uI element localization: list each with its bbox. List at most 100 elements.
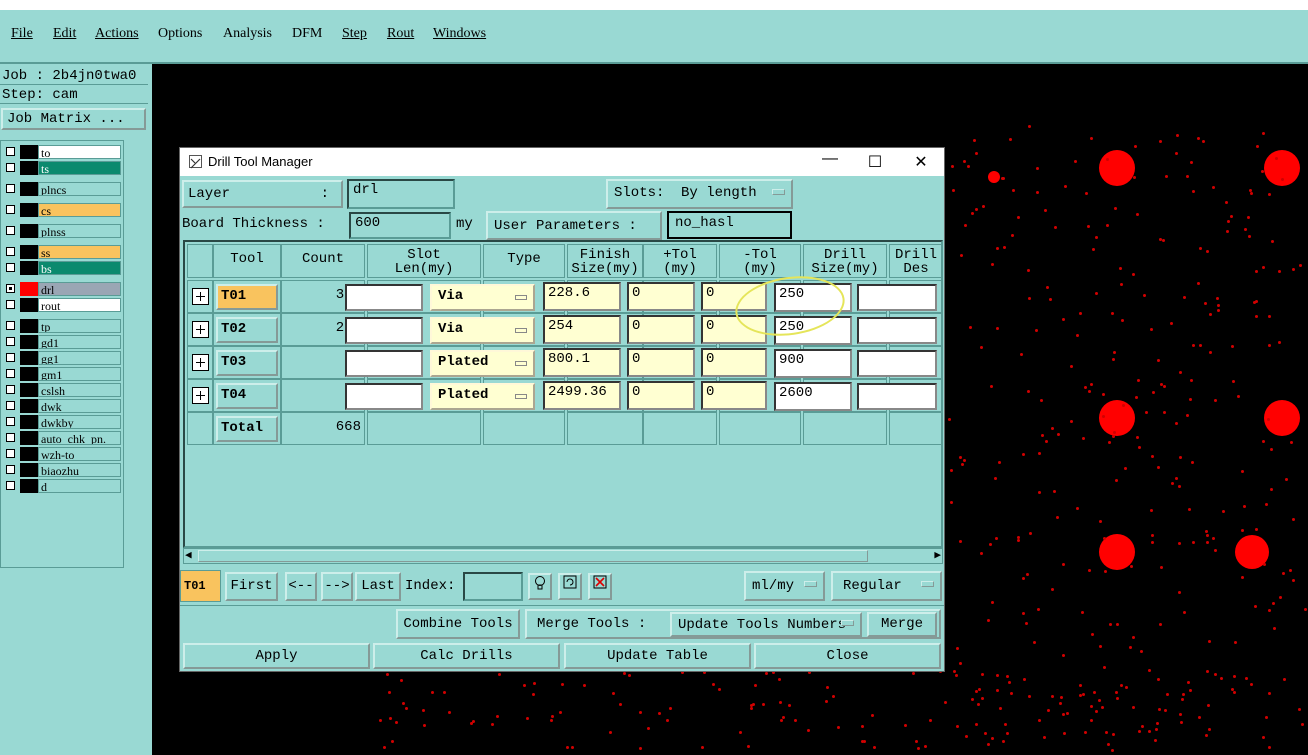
layer-row-dwkby[interactable]: dwkby [3,415,121,429]
menu-options[interactable]: Options [158,26,202,42]
prev-button[interactable]: <-- [285,572,317,601]
expand-icon[interactable] [192,288,209,305]
drill-des-field[interactable] [857,317,937,344]
finish-size-field[interactable]: 800.1 [543,348,621,377]
drill-des-field[interactable] [857,284,937,311]
menu-edit[interactable]: Edit [53,26,76,42]
menu-windows[interactable]: Windows [433,26,486,42]
menu-step[interactable]: Step [342,26,367,42]
layer-row-gd1[interactable]: gd1 [3,335,121,349]
layer-checkbox[interactable] [6,385,15,394]
user-parameters-button[interactable]: User Parameters : [486,211,662,240]
type-option-menu[interactable]: Via [430,317,535,344]
menu-dfm[interactable]: DFM [292,26,322,42]
layer-field[interactable]: drl [347,179,455,209]
type-option-menu[interactable]: Via [430,284,535,311]
drill-des-field[interactable] [857,350,937,377]
layer-checkbox[interactable] [6,284,15,293]
layer-checkbox[interactable] [6,449,15,458]
delete-icon[interactable] [588,573,612,600]
layer-checkbox[interactable] [6,337,15,346]
mode-option-menu[interactable]: Regular [831,571,942,601]
slot-length-field[interactable] [345,284,423,311]
tool-button[interactable]: T01 [216,284,278,310]
dialog-titlebar[interactable]: Drill Tool Manager — ☐ ✕ [180,148,944,176]
layer-row-cs[interactable]: cs [3,203,121,217]
combine-tools-button[interactable]: Combine Tools [396,609,520,639]
layer-checkbox[interactable] [6,433,15,442]
layer-row-ss[interactable]: ss [3,245,121,259]
layer-row-biaozhu[interactable]: biaozhu [3,463,121,477]
layer-checkbox[interactable] [6,163,15,172]
layer-row-bs[interactable]: bs [3,261,121,275]
next-button[interactable]: --> [321,572,353,601]
job-matrix-button[interactable]: Job Matrix ... [1,108,146,130]
plus-tol-field[interactable]: 0 [627,315,695,344]
layer-label-button[interactable]: Layer : [182,180,343,208]
layer-row-ts[interactable]: ts [3,161,121,175]
tool-button[interactable]: T03 [216,350,278,376]
first-button[interactable]: First [225,572,278,601]
scrollbar-thumb[interactable] [198,550,868,562]
tool-button[interactable]: T04 [216,383,278,409]
layer-row-drl[interactable]: drl [3,282,121,296]
scroll-right-icon[interactable]: ▶ [934,550,941,562]
layer-checkbox[interactable] [6,247,15,256]
maximize-icon[interactable]: ☐ [865,152,885,172]
total-button[interactable]: Total [216,416,278,442]
refresh-icon[interactable] [558,573,582,600]
index-field[interactable] [463,572,523,601]
slot-length-field[interactable] [345,383,423,410]
layer-row-rout[interactable]: rout [3,298,121,312]
minus-tol-field[interactable]: 0 [701,348,767,377]
horizontal-scrollbar[interactable]: ◀ ▶ [183,548,943,564]
slot-length-field[interactable] [345,317,423,344]
layer-checkbox[interactable] [6,321,15,330]
finish-size-field[interactable]: 2499.36 [543,381,621,410]
plus-tol-field[interactable]: 0 [627,348,695,377]
slots-option-menu[interactable]: Slots: By length [606,179,793,209]
merge-option-menu[interactable]: Update Tools Numbers [670,612,862,637]
update-table-button[interactable]: Update Table [564,643,751,669]
user-parameters-field[interactable]: no_hasl [667,211,792,239]
expand-icon[interactable] [192,354,209,371]
layer-checkbox[interactable] [6,465,15,474]
layer-row-dwk[interactable]: dwk [3,399,121,413]
menu-rout[interactable]: Rout [387,26,414,42]
menu-actions[interactable]: Actions [95,26,139,42]
layer-checkbox[interactable] [6,369,15,378]
layer-checkbox[interactable] [6,417,15,426]
plus-tol-field[interactable]: 0 [627,282,695,311]
layer-row-plncs[interactable]: plncs [3,182,121,196]
layer-checkbox[interactable] [6,184,15,193]
layer-checkbox[interactable] [6,226,15,235]
layer-checkbox[interactable] [6,401,15,410]
layer-checkbox[interactable] [6,481,15,490]
layer-row-gg1[interactable]: gg1 [3,351,121,365]
layer-row-cslsh[interactable]: cslsh [3,383,121,397]
menu-file[interactable]: File [11,26,33,42]
layer-row-to[interactable]: to [3,145,121,159]
thickness-field[interactable]: 600 [349,212,451,239]
layer-row-gm1[interactable]: gm1 [3,367,121,381]
units-option-menu[interactable]: ml/my [744,571,825,601]
tool-button[interactable]: T02 [216,317,278,343]
drill-des-field[interactable] [857,383,937,410]
last-button[interactable]: Last [355,572,401,601]
merge-button[interactable]: Merge [867,612,937,637]
layer-checkbox[interactable] [6,353,15,362]
calc-drills-button[interactable]: Calc Drills [373,643,560,669]
layer-checkbox[interactable] [6,147,15,156]
layer-row-wzh-to[interactable]: wzh-to [3,447,121,461]
type-option-menu[interactable]: Plated [430,383,535,410]
finish-size-field[interactable]: 228.6 [543,282,621,311]
close-icon[interactable]: ✕ [911,152,931,172]
close-button[interactable]: Close [754,643,941,669]
menu-analysis[interactable]: Analysis [223,26,272,42]
expand-icon[interactable] [192,387,209,404]
layer-row-d[interactable]: d [3,479,121,493]
expand-icon[interactable] [192,321,209,338]
layer-checkbox[interactable] [6,205,15,214]
drill-size-field[interactable]: 2600 [774,382,852,411]
scroll-left-icon[interactable]: ◀ [185,550,192,562]
